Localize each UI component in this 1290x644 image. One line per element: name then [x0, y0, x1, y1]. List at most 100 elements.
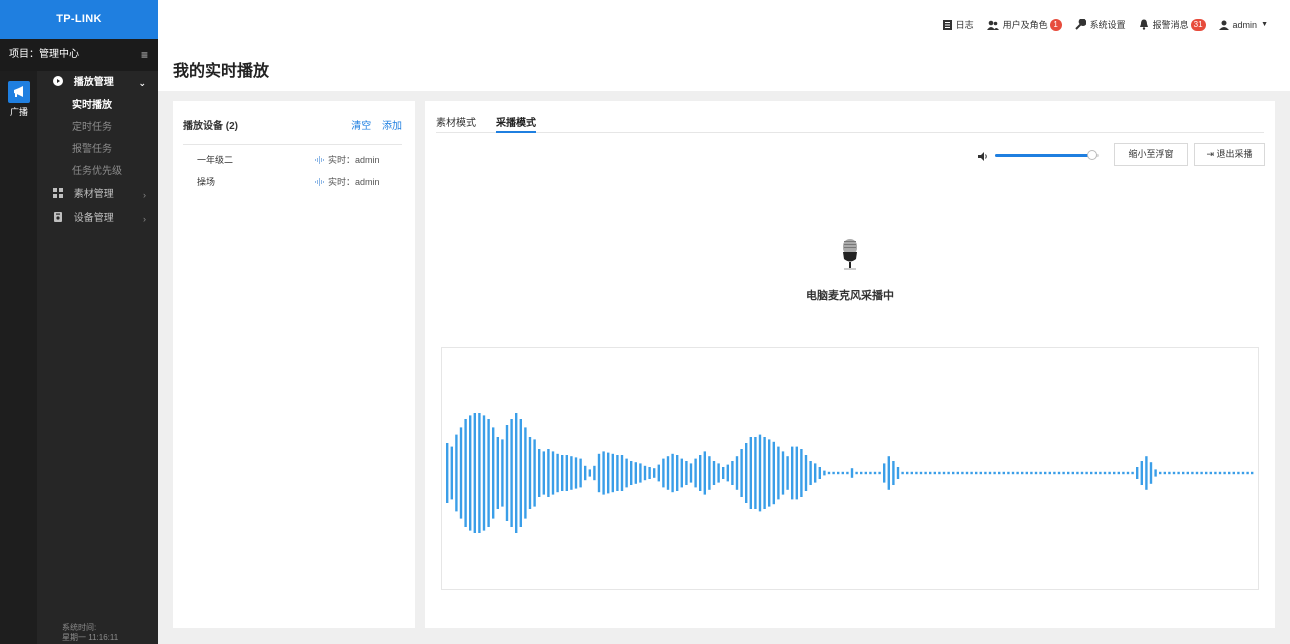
log-label: 日志	[955, 20, 974, 30]
nav-item-scheduled-task[interactable]: 定时任务	[37, 117, 158, 139]
tab-capture-mode[interactable]: 采播模式	[496, 114, 536, 133]
waveform-bar	[892, 461, 895, 485]
waveform-bar	[873, 471, 877, 475]
brand-logo: TP-LINK	[0, 0, 158, 39]
microphone-icon	[839, 238, 861, 275]
device-status-text: 实时：admin	[328, 155, 380, 165]
waveform-bar	[855, 471, 858, 475]
log-link[interactable]: 日志	[942, 18, 974, 31]
waveform-bar	[1237, 471, 1240, 475]
minimize-to-float-button[interactable]: 缩小至浮窗	[1114, 143, 1188, 166]
waveform-bar	[933, 471, 936, 475]
volume-slider[interactable]	[995, 150, 1099, 160]
waveform-bar	[703, 451, 706, 495]
device-panel-actions: 清空 添加	[343, 117, 402, 132]
waveform-bar	[492, 427, 495, 519]
tab-material-mode[interactable]: 素材模式	[436, 114, 476, 133]
waveform-bar	[869, 471, 872, 475]
waveform-bar	[1090, 471, 1093, 475]
chevron-right-icon: ›	[143, 214, 146, 224]
waveform-bar	[795, 446, 798, 500]
waveform-bar	[1057, 471, 1061, 475]
volume-control	[978, 149, 1104, 161]
users-roles-label: 用户及角色	[1002, 20, 1048, 30]
waveform-bar	[1080, 471, 1084, 475]
nav-group-label: 素材管理	[73, 189, 114, 200]
rail-item-broadcast[interactable]: 广播	[7, 81, 31, 118]
waveform-bar	[487, 419, 490, 527]
log-icon	[942, 19, 952, 30]
nav-item-task-priority[interactable]: 任务优先级	[37, 161, 158, 183]
waveform-bar	[708, 456, 711, 490]
waveform-bar	[1246, 471, 1249, 475]
waveform-bar	[1154, 469, 1157, 477]
chevron-down-icon: ⌄	[138, 78, 146, 88]
volume-slider-handle[interactable]	[1086, 150, 1097, 160]
waveform-bar	[616, 455, 619, 491]
waveform-bar	[1002, 471, 1005, 475]
waveform-bar	[1177, 471, 1180, 475]
waveform-bar	[561, 455, 564, 491]
waveform-bar	[542, 451, 545, 495]
waveform-bar	[763, 437, 766, 509]
menu-toggle-icon[interactable]: ≡	[141, 39, 148, 71]
waveform-bar	[1214, 471, 1217, 475]
waveform-bar	[1186, 471, 1189, 475]
project-selector[interactable]: 项目：管理中心 ≡	[0, 39, 158, 71]
waveform-bar	[1071, 471, 1074, 475]
megaphone-icon	[8, 81, 30, 103]
nav-group-materials[interactable]: 素材管理 ›	[37, 183, 158, 207]
waveform-bar	[1113, 471, 1116, 475]
waveform-bar	[837, 471, 840, 475]
waveform-bar	[1039, 471, 1042, 475]
waveform-bar	[653, 468, 656, 478]
waveform-bar	[676, 455, 679, 491]
nav-item-realtime-play[interactable]: 实时播放	[37, 95, 158, 117]
waveform-bar	[579, 458, 582, 488]
waveform-bar	[510, 419, 513, 527]
waveform-bar	[841, 471, 844, 475]
waveform-bar	[781, 451, 785, 495]
waveform-bar	[1163, 471, 1166, 475]
add-device-button[interactable]: 添加	[382, 121, 402, 132]
waveform-bar	[956, 471, 959, 475]
grid-icon	[53, 184, 63, 198]
waveform-bar	[625, 458, 628, 488]
system-settings-link[interactable]: 系统设置	[1074, 18, 1126, 31]
volume-icon[interactable]	[978, 150, 989, 164]
system-settings-label: 系统设置	[1089, 20, 1126, 30]
account-menu[interactable]: admin ▼	[1218, 19, 1268, 30]
nav-item-alarm-task[interactable]: 报警任务	[37, 139, 158, 161]
waveform-bar	[887, 456, 890, 490]
waveform-bar	[547, 449, 550, 497]
play-circle-icon	[53, 72, 63, 86]
clear-devices-button[interactable]: 清空	[351, 121, 371, 132]
device-row[interactable]: 一年级二 实时：admin	[197, 153, 402, 167]
waveform-bar	[804, 455, 808, 491]
nav-group-devices[interactable]: 设备管理 ›	[37, 207, 158, 231]
account-label: admin	[1232, 19, 1258, 30]
waveform-bar	[758, 434, 762, 512]
waveform-bar	[906, 471, 909, 475]
waveform-bar	[864, 471, 867, 475]
page-header: 我的实时播放	[158, 47, 1290, 91]
waveform-bar	[993, 471, 996, 475]
users-roles-link[interactable]: 用户及角色 1	[986, 18, 1062, 31]
waveform-bar	[814, 463, 817, 483]
alarm-messages-link[interactable]: 报警消息 31	[1139, 18, 1206, 31]
capture-panel: 素材模式 采播模式 缩小至浮窗 ⇥ 退出采播 电脑麦克风采播中	[425, 101, 1275, 628]
waveform-bar	[1076, 471, 1079, 475]
waveform-bar	[1149, 462, 1153, 484]
exit-capture-button[interactable]: ⇥ 退出采播	[1194, 143, 1265, 166]
waveform-bar	[519, 419, 522, 527]
waveform-bar	[1232, 471, 1235, 475]
waveform-bar	[1172, 471, 1176, 475]
waveform-bar	[620, 455, 624, 491]
waveform-bar	[1067, 471, 1070, 475]
nav-group-playback[interactable]: 播放管理 ⌄	[37, 71, 158, 95]
system-time-label: 系统时间:	[62, 623, 97, 632]
device-row[interactable]: 操场 实时：admin	[197, 175, 402, 189]
device-icon	[53, 208, 63, 222]
waveform-bar	[1117, 471, 1120, 475]
waveform-bar	[528, 437, 532, 509]
